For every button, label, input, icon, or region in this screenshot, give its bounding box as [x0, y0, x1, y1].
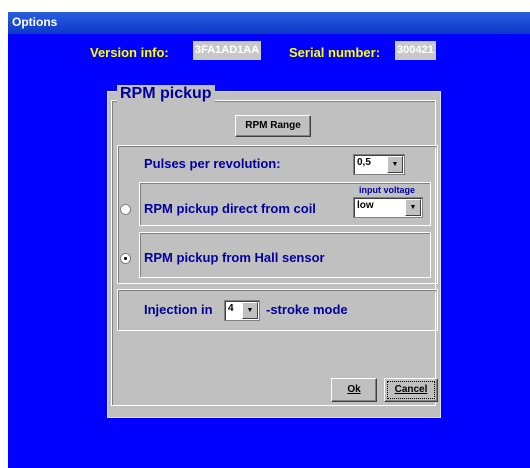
rpm-pickup-panel: RPM Range Pulses per revolution: 0,5 ▼ i…: [107, 91, 441, 418]
input-voltage-label: input voltage: [359, 185, 415, 195]
chevron-down-icon[interactable]: ▼: [242, 302, 258, 319]
cancel-button[interactable]: Cancel: [384, 378, 438, 402]
input-voltage-select[interactable]: low ▼: [353, 197, 423, 218]
stroke-value: 4: [228, 303, 234, 314]
chevron-down-icon[interactable]: ▼: [405, 199, 421, 216]
injection-suffix: -stroke mode: [266, 302, 348, 317]
serial-value: 300421: [395, 41, 436, 60]
voltage-value: low: [357, 200, 374, 211]
coil-option-label[interactable]: RPM pickup direct from coil: [144, 201, 316, 216]
pulses-select[interactable]: 0,5 ▼: [353, 154, 405, 175]
hall-option-label[interactable]: RPM pickup from Hall sensor: [144, 250, 325, 265]
version-label: Version info:: [90, 45, 169, 60]
version-value: 3FA1AD1AA: [193, 41, 262, 60]
pulses-label: Pulses per revolution:: [144, 156, 281, 171]
rpm-pickup-title: RPM pickup: [117, 85, 215, 103]
rpm-range-button[interactable]: RPM Range: [235, 115, 311, 137]
title-bar[interactable]: Options: [8, 12, 530, 34]
hall-radio[interactable]: [120, 253, 131, 264]
window-title: Options: [12, 15, 58, 29]
pulses-value: 0,5: [357, 157, 371, 168]
injection-prefix: Injection in: [144, 302, 213, 317]
options-client-area: Version info: 3FA1AD1AA Serial number: 3…: [8, 34, 530, 468]
serial-label: Serial number:: [289, 45, 381, 60]
options-window: Options Version info: 3FA1AD1AA Serial n…: [0, 0, 530, 468]
coil-radio[interactable]: [120, 204, 131, 215]
ok-button[interactable]: Ok: [331, 378, 377, 402]
chevron-down-icon[interactable]: ▼: [387, 156, 403, 173]
stroke-select[interactable]: 4 ▼: [224, 300, 260, 321]
